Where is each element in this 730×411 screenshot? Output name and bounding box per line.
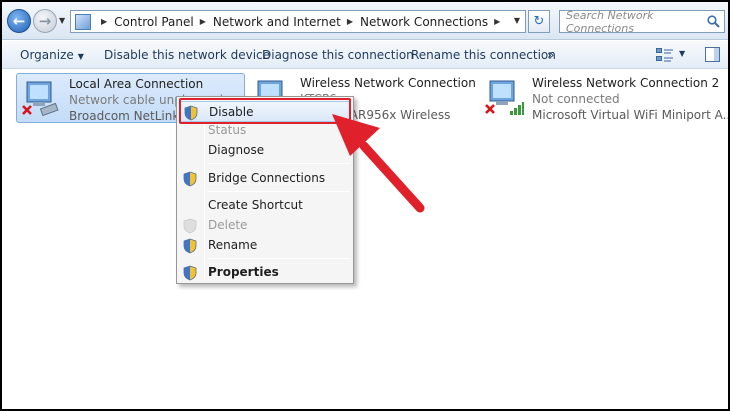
diagnose-button[interactable]: Diagnose this connection [262,48,414,62]
menu-item-label: Status [208,123,247,137]
breadcrumb-control-panel[interactable]: Control Panel [114,15,194,29]
rename-button[interactable]: Rename this connection [411,48,556,62]
shield-icon [183,265,197,281]
connection-item-wireless-2[interactable]: Wireless Network Connection 2 Not connec… [480,73,728,123]
shield-icon [183,238,197,254]
change-view-icon[interactable] [656,48,674,62]
menu-item-label: Rename [208,238,258,252]
address-bar-area: ← → ▼ ▶ Control Panel ▶ Network and Inte… [2,2,728,40]
breadcrumb-chevron-icon[interactable]: ▶ [347,17,353,26]
shield-icon [183,171,197,187]
organize-button[interactable]: Organize ▼ [20,48,84,62]
search-icon[interactable] [707,15,720,28]
shield-icon [183,218,197,234]
connection-name: Local Area Connection [69,77,204,91]
preview-pane-icon[interactable] [705,47,720,62]
view-dropdown-icon[interactable]: ▼ [679,49,685,58]
address-dropdown-icon[interactable]: ▼ [514,16,520,25]
breadcrumb-chevron-icon[interactable]: ▶ [200,17,206,26]
breadcrumb-network-connections[interactable]: Network Connections [360,15,488,29]
search-placeholder: Search Network Connections [566,8,654,35]
menu-item-properties[interactable]: Properties [179,262,351,283]
forward-button[interactable]: → [33,9,57,33]
address-bar[interactable]: ▶ Control Panel ▶ Network and Internet ▶… [70,10,526,33]
wired-adapter-icon [22,81,59,117]
window-frame: ← → ▼ ▶ Control Panel ▶ Network and Inte… [0,0,730,411]
annotation-arrow-icon [332,114,425,213]
menu-item-label: Properties [208,265,279,279]
breadcrumb-network-and-internet[interactable]: Network and Internet [213,15,341,29]
menu-item-rename[interactable]: Rename [179,235,351,256]
menu-item-label: Diagnose [208,143,265,157]
control-panel-icon [75,13,91,30]
command-bar: Organize ▼ Disable this network device Di… [2,41,728,69]
organize-dropdown-icon: ▼ [77,52,84,61]
connection-device: Microsoft Virtual WiFi Miniport A... [532,108,730,122]
recent-pages-chevron-icon[interactable]: ▼ [59,16,65,25]
menu-item-label: Delete [208,218,248,232]
breadcrumb-chevron-icon[interactable]: ▶ [101,17,107,26]
organize-label: Organize [20,48,74,62]
back-button[interactable]: ← [7,9,31,33]
menu-item-label: Create Shortcut [208,198,303,212]
connection-status: Not connected [532,92,620,106]
breadcrumb-chevron-icon[interactable]: ▶ [494,17,500,26]
connection-name: Wireless Network Connection 2 [532,76,720,90]
search-input[interactable]: Search Network Connections [559,8,725,35]
refresh-button[interactable]: ↻ [528,10,550,33]
wireless-adapter-icon [485,80,524,115]
more-commands-button[interactable]: » [547,48,554,62]
menu-separator [207,258,350,259]
disable-device-button[interactable]: Disable this network device [104,48,270,62]
connection-name: Wireless Network Connection [300,76,476,90]
